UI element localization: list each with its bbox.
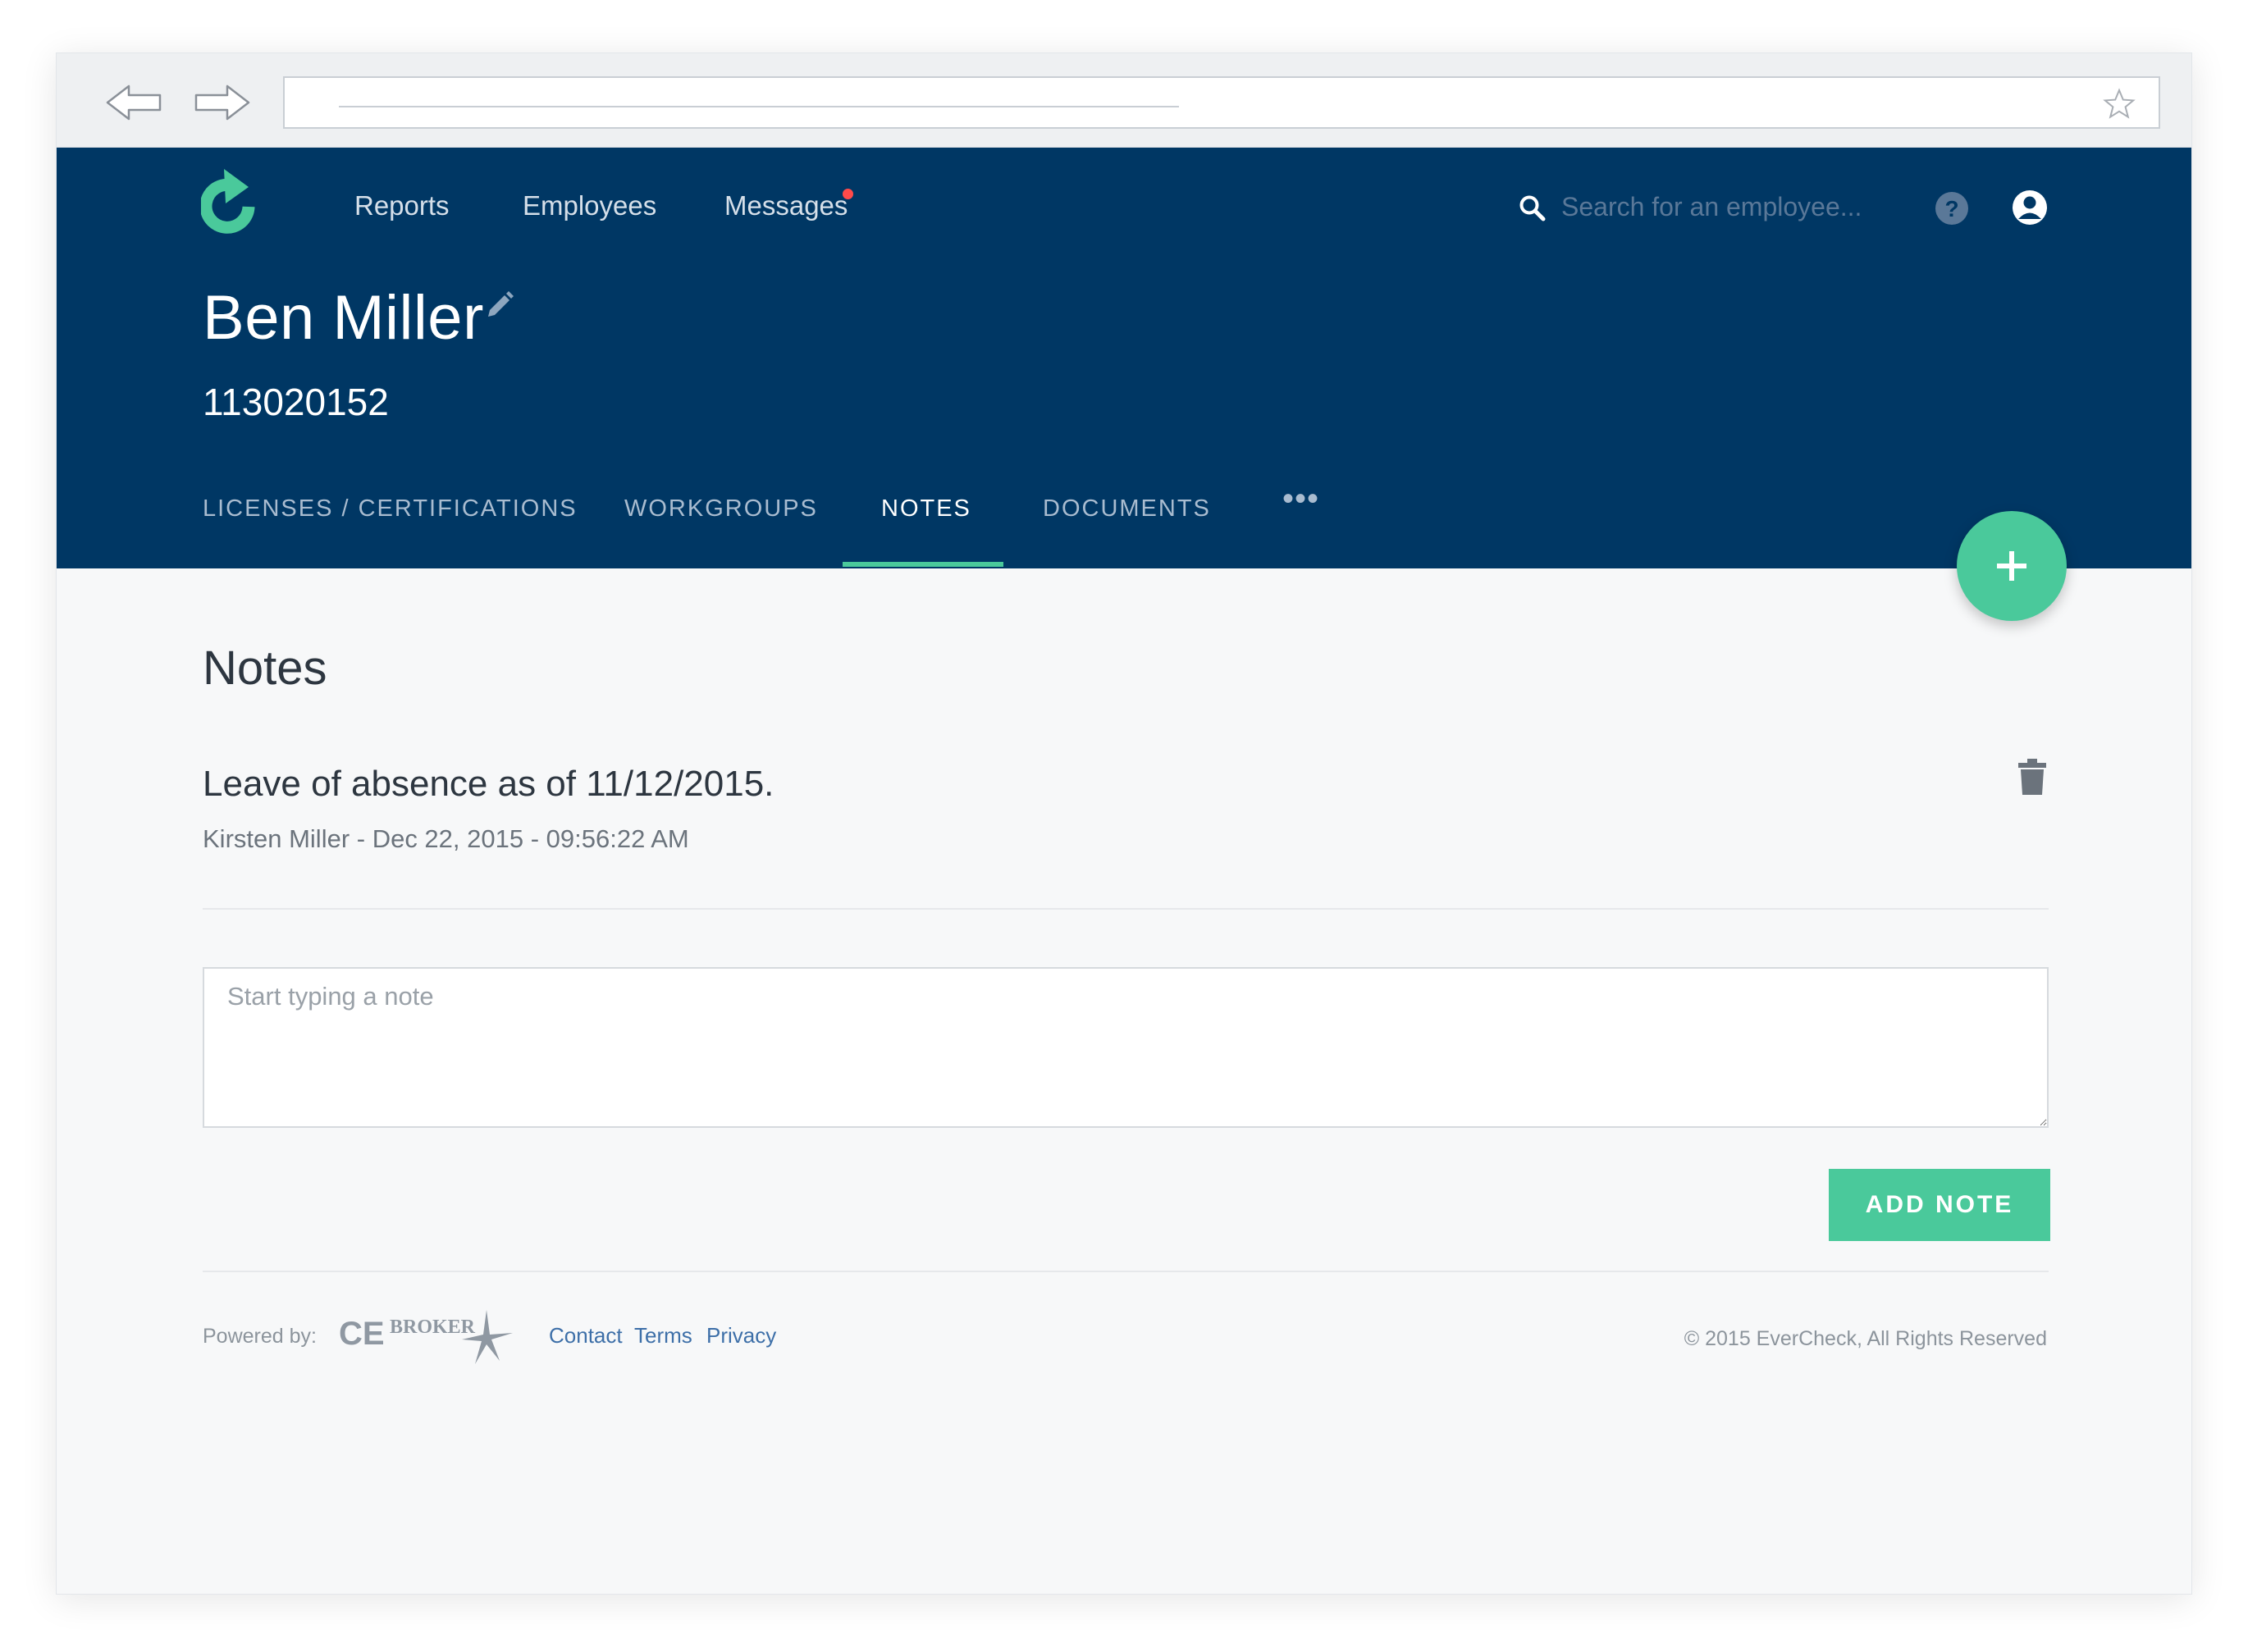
note-input[interactable]	[203, 967, 2049, 1128]
tab-workgroups[interactable]: WORKGROUPS	[624, 495, 818, 523]
divider	[203, 908, 2049, 910]
nav-reports[interactable]: Reports	[354, 190, 450, 221]
trash-icon[interactable]	[2016, 757, 2049, 796]
svg-text:?: ?	[1944, 196, 1958, 221]
search-input[interactable]	[1560, 184, 1888, 230]
browser-window: Reports Employees Messages ? Ben Miller	[56, 52, 2192, 1595]
plus-icon	[1997, 551, 2026, 581]
nav-employees[interactable]: Employees	[523, 190, 656, 221]
forward-arrow-icon[interactable]	[193, 81, 252, 124]
app-header: Reports Employees Messages ? Ben Miller	[57, 148, 2191, 568]
employee-name: Ben Miller	[203, 283, 484, 353]
back-arrow-icon[interactable]	[104, 81, 163, 124]
address-bar[interactable]	[283, 76, 2160, 129]
tab-licenses-certifications[interactable]: LICENSES / CERTIFICATIONS	[203, 495, 578, 523]
active-tab-indicator	[843, 562, 1003, 567]
star-icon[interactable]	[2103, 88, 2136, 121]
section-title: Notes	[203, 641, 327, 695]
footer-divider	[203, 1271, 2049, 1272]
employee-id: 113020152	[203, 381, 389, 423]
tab-more[interactable]: •••	[1282, 481, 1319, 518]
footer-link-privacy[interactable]: Privacy	[706, 1323, 776, 1349]
search-icon[interactable]	[1517, 193, 1548, 224]
user-icon[interactable]	[2011, 189, 2049, 226]
messages-notification-dot	[843, 189, 853, 199]
svg-text:BROKER: BROKER	[390, 1317, 476, 1338]
help-icon[interactable]: ?	[1934, 190, 1970, 226]
footer-link-terms[interactable]: Terms	[634, 1323, 692, 1349]
browser-chrome	[57, 53, 2191, 148]
address-placeholder-line	[339, 106, 1179, 107]
note-text: Leave of absence as of 11/12/2015.	[203, 764, 774, 804]
logo-icon[interactable]	[199, 166, 263, 241]
tab-documents[interactable]: DOCUMENTS	[1043, 495, 1211, 523]
cebroker-logo: CE BROKER	[339, 1303, 519, 1369]
add-note-button[interactable]: ADD NOTE	[1829, 1169, 2050, 1241]
svg-text:CE: CE	[339, 1316, 385, 1352]
powered-by-label: Powered by:	[203, 1325, 317, 1348]
footer-link-contact[interactable]: Contact	[549, 1323, 623, 1349]
nav-messages[interactable]: Messages	[724, 190, 848, 221]
note-meta: Kirsten Miller - Dec 22, 2015 - 09:56:22…	[203, 824, 689, 853]
tab-notes[interactable]: NOTES	[881, 495, 971, 523]
add-fab-button[interactable]	[1957, 511, 2067, 621]
edit-icon[interactable]	[482, 289, 516, 323]
copyright-text: © 2015 EverCheck, All Rights Reserved	[1684, 1327, 2047, 1350]
